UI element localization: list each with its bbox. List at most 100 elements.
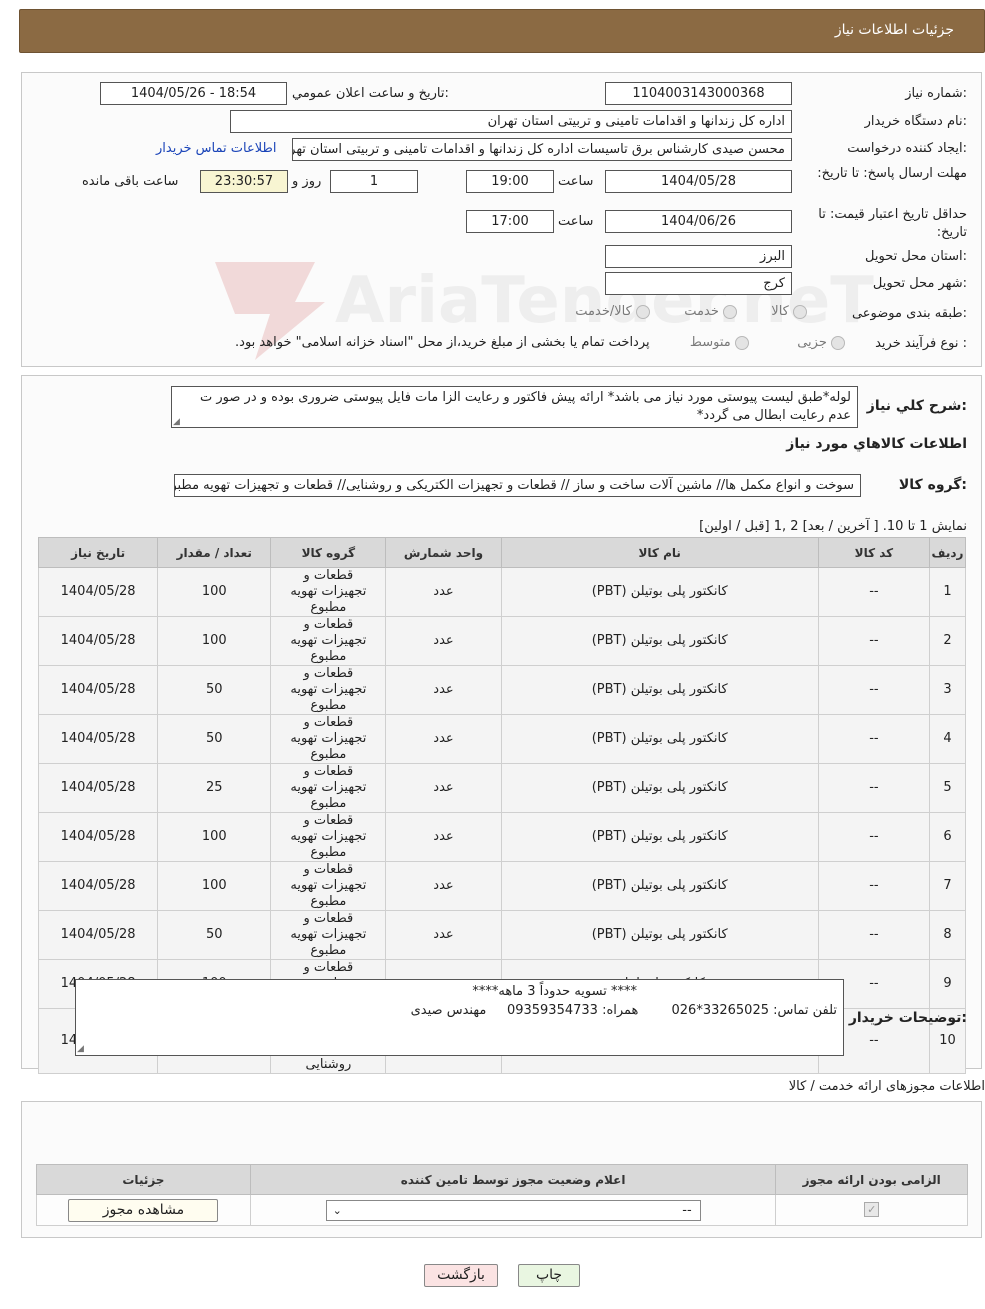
row-unit-cell: عدد (385, 861, 502, 911)
table-row: 4 -- کانکتور پلی بوتیلن (PBT) عدد قطعات و تج… (37, 714, 967, 764)
pagination[interactable]: نمایش 1 تا 10. [ آخرین / بعد] 2 ,1 [قبل … (699, 519, 967, 534)
row-index-cell: 7 (928, 861, 967, 911)
row-index-cell: 4 (928, 714, 967, 764)
row-index-cell: 8 (928, 910, 967, 960)
row-index-cell: 9 (928, 959, 967, 1009)
row-name-cell: کانکتور پلی بوتیلن (PBT) (500, 763, 819, 813)
table-row: 7 -- کانکتور پلی بوتیلن (PBT) عدد قطعات و تج… (37, 861, 967, 911)
row-qty-cell: 50 (157, 714, 272, 764)
required-checkbox[interactable]: ✓ (864, 1202, 880, 1217)
permits-table: الزامی بودن ارائه مجوز اعلام وضعیت مجوز … (36, 1164, 968, 1226)
row-qty-cell: 25 (157, 763, 272, 813)
table-row: 5 -- کانکتور پلی بوتیلن (PBT) عدد قطعات و تج… (37, 763, 967, 813)
goods-group-label: گروه کالا: (898, 477, 967, 493)
permit-details-cell: مشاهده مجوز (36, 1194, 251, 1226)
buyer-notes-line1: **** تسویه حدوداً 3 ماهه**** (472, 984, 637, 999)
radio-circle-icon (793, 304, 807, 319)
col-group: گروه کالا (270, 537, 387, 568)
row-group-cell: قطعات و تجهیزات تهویه مطبوع (270, 763, 387, 813)
radio-circle-icon (831, 335, 845, 350)
permit-col-details: جزئیات (36, 1164, 251, 1195)
process-note: پرداخت تمام یا بخشی از مبلغ خرید،از محل … (235, 335, 650, 350)
items-header-row: ردیف کد کالا نام کالا واحد شمارش گروه کا… (37, 537, 967, 568)
remaining-label: ساعت باقی مانده (82, 174, 179, 189)
category-goods-radio[interactable]: کالا (771, 304, 807, 319)
buyer-notes-line2: تلفن تماس: 33265025*026 همراه: 093593547… (410, 1003, 837, 1018)
row-index-cell: 1 (928, 567, 967, 617)
row-code-cell: -- (817, 714, 930, 764)
category-service-radio[interactable]: خدمت (684, 304, 737, 319)
row-name-cell: کانکتور پلی بوتیلن (PBT) (500, 861, 819, 911)
days-label: روز و (292, 174, 322, 189)
buyer-org-label: نام دستگاه خريدار: (864, 114, 967, 129)
row-unit-cell: عدد (385, 910, 502, 960)
description-textarea[interactable]: لوله*طبق لیست پیوستی مورد نیاز می باشد* … (171, 386, 858, 428)
permit-status-select[interactable]: -- ⌄ (325, 1199, 701, 1221)
need-number-label: شماره نیاز: (905, 86, 967, 101)
row-date-cell: 1404/05/28 (37, 567, 159, 617)
row-name-cell: کانکتور پلی بوتیلن (PBT) (500, 910, 819, 960)
deadline-label: مهلت ارسال پاسخ: تا تاریخ: (817, 166, 967, 181)
deadline-time-field: 19:00 (466, 170, 554, 193)
row-group-cell: قطعات و تجهیزات تهویه مطبوع (270, 910, 387, 960)
row-code-cell: -- (817, 910, 930, 960)
validity-time-field: 17:00 (466, 210, 554, 233)
remaining-time-field: 23:30:57 (200, 170, 288, 193)
process-options: جزیی متوسط پرداخت تمام یا بخشی از مبلغ خ… (235, 335, 845, 350)
col-code: کد کالا (817, 537, 930, 568)
deadline-date-field: 1404/05/28 (605, 170, 792, 193)
deadline-time-label: ساعت (558, 174, 594, 189)
radio-circle-icon (734, 335, 749, 350)
row-unit-cell: عدد (385, 616, 502, 666)
goods-section-title: اطلاعات کالاهاي مورد نياز (786, 436, 967, 452)
row-index-cell: 3 (928, 665, 967, 715)
table-row: 1 -- کانکتور پلی بوتیلن (PBT) عدد قطعات و تج… (37, 567, 967, 617)
back-button[interactable]: بازگشت (424, 1264, 498, 1287)
row-name-cell: کانکتور پلی بوتیلن (PBT) (500, 616, 819, 666)
row-date-cell: 1404/05/28 (37, 616, 159, 666)
row-date-cell: 1404/05/28 (37, 861, 159, 911)
row-qty-cell: 100 (157, 616, 272, 666)
row-qty-cell: 100 (157, 861, 272, 911)
row-name-cell: کانکتور پلی بوتیلن (PBT) (500, 714, 819, 764)
row-name-cell: کانکتور پلی بوتیلن (PBT) (500, 665, 819, 715)
row-code-cell: -- (817, 861, 930, 911)
buyer-contact-link[interactable]: اطلاعات تماس خریدار (156, 141, 276, 156)
row-index-cell: 6 (928, 812, 967, 862)
city-label: شهر محل تحویل: (872, 276, 967, 291)
row-unit-cell: عدد (385, 714, 502, 764)
row-name-cell: کانکتور پلی بوتیلن (PBT) (500, 567, 819, 617)
row-name-cell: کانکتور پلی بوتیلن (PBT) (500, 812, 819, 862)
row-group-cell: قطعات و تجهیزات تهویه مطبوع (270, 616, 387, 666)
radio-circle-icon (635, 304, 650, 319)
view-permit-button[interactable]: مشاهده مجوز (68, 1198, 219, 1222)
days-field: 1 (330, 170, 418, 193)
process-medium-radio[interactable]: متوسط (690, 335, 749, 350)
city-field: کرج (605, 272, 792, 295)
validity-time-label: ساعت (558, 214, 594, 229)
category-goods-service-radio[interactable]: کالا/خدمت (575, 304, 650, 319)
row-group-cell: قطعات و تجهیزات تهویه مطبوع (270, 567, 387, 617)
row-date-cell: 1404/05/28 (37, 763, 159, 813)
permit-required-cell: ✓ (775, 1194, 968, 1226)
row-code-cell: -- (817, 763, 930, 813)
process-minor-radio[interactable]: جزیی (797, 335, 845, 350)
row-qty-cell: 50 (157, 665, 272, 715)
row-date-cell: 1404/05/28 (37, 910, 159, 960)
chevron-down-icon: ⌄ (332, 1203, 342, 1217)
col-index: ردیف (928, 537, 967, 568)
row-qty-cell: 50 (157, 910, 272, 960)
validity-label: حداقل تاریخ اعتبار قیمت: تا تاریخ: (818, 207, 967, 240)
permits-header-row: الزامی بودن ارائه مجوز اعلام وضعیت مجوز … (36, 1164, 968, 1195)
row-code-cell: -- (817, 812, 930, 862)
row-code-cell: -- (817, 616, 930, 666)
row-index-cell: 2 (928, 616, 967, 666)
buyer-org-field: اداره کل زندانها و اقدامات تامینی و تربی… (230, 110, 792, 133)
goods-group-field: سوخت و انواع مکمل ها// ماشین آلات ساخت و… (174, 474, 861, 497)
buyer-notes-textarea[interactable]: **** تسویه حدوداً 3 ماهه**** تلفن تماس: … (75, 979, 844, 1056)
announce-label: تاریخ و ساعت اعلان عمومي: (292, 86, 449, 101)
requester-label: ایجاد کننده درخواست: (847, 141, 967, 156)
page-title: جزئیات اطلاعات نیاز (834, 22, 954, 38)
print-button[interactable]: چاپ (518, 1264, 580, 1287)
permit-status-cell: -- ⌄ (249, 1194, 777, 1226)
